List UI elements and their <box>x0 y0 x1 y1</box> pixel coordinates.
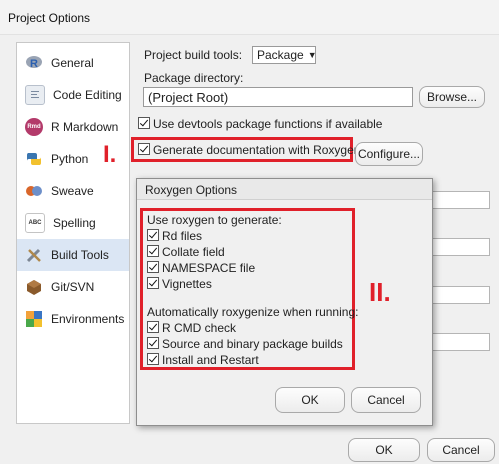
auto-heading: Automatically roxygenize when running: <box>147 305 359 319</box>
dialog-ok-button[interactable]: OK <box>275 387 345 413</box>
roxygen-options-dialog: Roxygen Options Use roxygen to generate:… <box>136 178 433 426</box>
dialog-titlebar: Roxygen Options <box>137 179 432 200</box>
option-label: Install and Restart <box>162 353 259 367</box>
cancel-button[interactable]: Cancel <box>427 438 495 462</box>
window-title: Project Options <box>8 11 91 25</box>
checkbox-checked-icon <box>147 277 159 289</box>
sidebar-item-git-svn[interactable]: Git/SVN <box>17 271 129 303</box>
background-field <box>430 238 490 256</box>
ok-button[interactable]: OK <box>348 438 420 462</box>
svg-text:R: R <box>30 58 38 70</box>
option-label: Source and binary package builds <box>162 337 343 351</box>
package-dir-label: Package directory: <box>144 71 244 85</box>
option-install-restart[interactable]: Install and Restart <box>147 353 259 367</box>
option-collate-field[interactable]: Collate field <box>147 245 225 259</box>
sidebar-item-sweave[interactable]: Sweave <box>17 175 129 207</box>
checkbox-checked-icon <box>147 353 159 365</box>
checkbox-checked-icon <box>138 143 150 155</box>
build-tools-select[interactable]: Package ▼ <box>252 46 317 64</box>
roxygen-label: Generate documentation with Roxygen <box>153 143 361 157</box>
code-editing-icon <box>25 85 45 105</box>
option-r-cmd-check[interactable]: R CMD check <box>147 321 236 335</box>
checkbox-checked-icon <box>147 321 159 333</box>
sidebar-item-r-markdown[interactable]: Rmd R Markdown <box>17 111 129 143</box>
package-dir-value: (Project Root) <box>148 89 229 105</box>
sidebar-item-label: General <box>51 56 94 70</box>
checkbox-checked-icon <box>138 117 150 129</box>
sidebar-item-code-editing[interactable]: Code Editing <box>17 79 129 111</box>
option-vignettes[interactable]: Vignettes <box>147 277 212 291</box>
sidebar-item-general[interactable]: R General <box>17 47 129 79</box>
devtools-label: Use devtools package functions if availa… <box>153 117 383 131</box>
sidebar-item-label: Code Editing <box>53 88 122 102</box>
sidebar-item-build-tools[interactable]: Build Tools <box>17 239 129 271</box>
option-label: Collate field <box>162 245 225 259</box>
background-field <box>430 191 490 209</box>
option-label: NAMESPACE file <box>162 261 256 275</box>
window-titlebar: Project Options <box>0 0 499 35</box>
background-field <box>430 286 490 304</box>
sidebar-item-label: Sweave <box>51 184 94 198</box>
devtools-option[interactable]: Use devtools package functions if availa… <box>138 117 382 131</box>
option-namespace-file[interactable]: NAMESPACE file <box>147 261 255 275</box>
build-tools-select-value: Package <box>257 48 304 62</box>
r-logo-icon: R <box>25 54 43 72</box>
generate-heading: Use roxygen to generate: <box>147 213 282 227</box>
rmarkdown-icon: Rmd <box>25 118 43 136</box>
dropdown-arrow-icon: ▼ <box>307 50 317 60</box>
sidebar-item-label: Python <box>51 152 89 166</box>
option-label: R CMD check <box>162 321 237 335</box>
option-label: Vignettes <box>162 277 212 291</box>
python-icon <box>25 150 43 168</box>
dialog-cancel-button[interactable]: Cancel <box>351 387 421 413</box>
annotation-label-two: II. <box>369 277 391 307</box>
checkbox-checked-icon <box>147 229 159 241</box>
checkbox-checked-icon <box>147 261 159 273</box>
dialog-title: Roxygen Options <box>145 183 238 197</box>
browse-button[interactable]: Browse... <box>419 86 485 108</box>
spelling-icon: ABC <box>25 213 45 233</box>
checkbox-checked-icon <box>147 337 159 349</box>
sidebar-item-label: Git/SVN <box>51 280 95 294</box>
background-field <box>430 333 490 351</box>
package-dir-field[interactable]: (Project Root) <box>143 87 413 107</box>
sidebar-item-spelling[interactable]: ABC Spelling <box>17 207 129 239</box>
option-rd-files[interactable]: Rd files <box>147 229 202 243</box>
option-label: Rd files <box>162 229 203 243</box>
sidebar-item-label: Build Tools <box>51 248 109 262</box>
sidebar-item-label: Spelling <box>53 216 96 230</box>
sidebar-item-label: R Markdown <box>51 120 119 134</box>
build-tools-icon <box>25 246 43 264</box>
sidebar: R General Code Editing Rmd R Markdown Py… <box>16 42 130 424</box>
git-svn-icon <box>25 278 43 296</box>
build-tools-label: Project build tools: <box>144 48 243 62</box>
environments-icon <box>25 310 43 328</box>
option-source-binary-builds[interactable]: Source and binary package builds <box>147 337 343 351</box>
sweave-icon <box>25 182 43 200</box>
roxygen-option[interactable]: Generate documentation with Roxygen <box>138 143 360 157</box>
sidebar-item-label: Environments <box>51 312 125 326</box>
checkbox-checked-icon <box>147 245 159 257</box>
configure-button[interactable]: Configure... <box>355 142 423 166</box>
sidebar-item-environments[interactable]: Environments <box>17 303 129 335</box>
annotation-label-one: I. <box>103 141 117 168</box>
